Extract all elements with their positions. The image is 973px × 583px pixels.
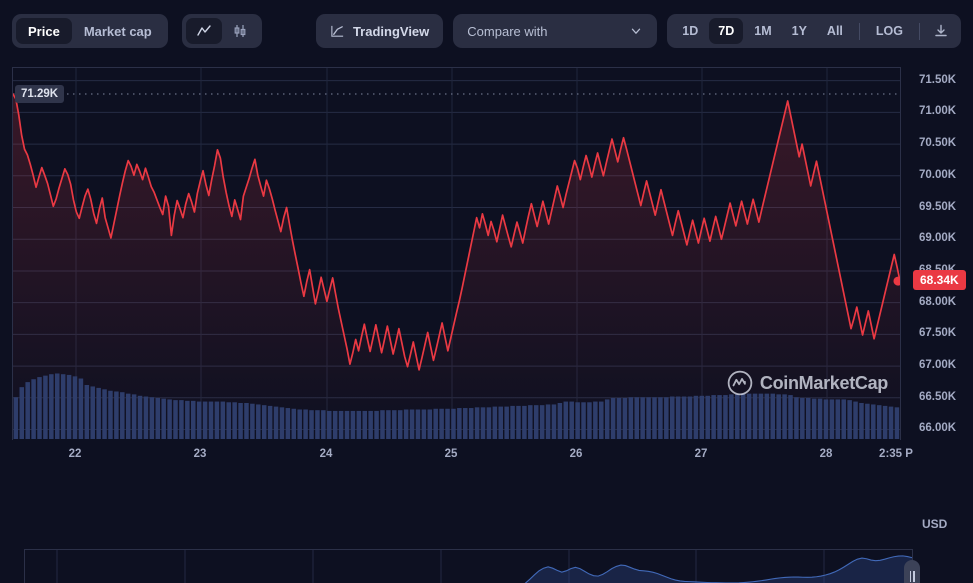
coinmarketcap-watermark-text: CoinMarketCap <box>759 372 888 393</box>
y-axis-tick: 69.00K <box>919 232 957 245</box>
y-axis-tick: 66.00K <box>919 422 957 435</box>
chart-toolbar: Price Market cap TradingView Compare wit… <box>0 0 973 62</box>
range-1m[interactable]: 1M <box>745 18 780 44</box>
range-navigator[interactable] <box>24 549 920 583</box>
x-axis-tick: 28 <box>819 448 833 460</box>
tradingview-button[interactable]: TradingView <box>315 14 444 48</box>
chart-type-toggle-group <box>181 14 262 48</box>
x-axis-tick: 22 <box>68 448 82 460</box>
y-axis-tick: 67.50K <box>919 327 957 340</box>
y-axis-tick: 71.00K <box>919 105 957 118</box>
chevron-down-icon <box>632 28 641 34</box>
y-axis-tick: 68.00K <box>919 295 957 308</box>
navigator-right-handle[interactable] <box>904 560 920 583</box>
range-7d[interactable]: 7D <box>709 18 744 44</box>
currency-label: USD <box>922 517 948 531</box>
range-1d[interactable]: 1D <box>673 18 707 44</box>
tab-market-cap[interactable]: Market cap <box>72 18 164 44</box>
time-range-group: 1D 7D 1M 1Y All LOG <box>667 14 961 48</box>
range-1y[interactable]: 1Y <box>783 18 816 44</box>
coinmarketcap-logo-icon <box>727 370 753 396</box>
x-axis-tick: 25 <box>444 448 458 460</box>
range-all[interactable]: All <box>818 18 852 44</box>
x-axis: 22 23 24 25 26 27 28 2:35 P <box>12 442 913 470</box>
x-axis-tick: 2:35 P <box>879 448 913 460</box>
candlestick-chart-icon-button[interactable] <box>222 18 258 44</box>
log-scale-toggle[interactable]: LOG <box>867 18 912 44</box>
y-axis-tick: 66.50K <box>919 390 957 403</box>
y-axis-tick: 67.00K <box>919 359 957 372</box>
divider <box>919 22 920 40</box>
high-price-label: 71.29K <box>15 85 65 103</box>
handle-bar <box>913 570 915 582</box>
download-icon <box>935 24 947 37</box>
navigator-area <box>525 555 912 583</box>
y-axis: 71.50K71.00K70.50K70.00K69.50K69.00K68.5… <box>909 67 973 440</box>
x-axis-tick: 23 <box>193 448 207 460</box>
compare-with-label: Compare with <box>467 23 548 39</box>
tab-price[interactable]: Price <box>16 18 72 44</box>
price-plot-area[interactable]: CoinMarketCap 71.29K <box>12 67 901 440</box>
line-chart-icon-button[interactable] <box>185 18 222 44</box>
candlestick-chart-icon <box>234 25 246 37</box>
coinmarketcap-watermark: CoinMarketCap <box>727 370 888 396</box>
metric-toggle-group: Price Market cap <box>12 14 168 48</box>
y-axis-tick: 70.00K <box>919 168 957 181</box>
navigator-gridlines <box>56 550 825 583</box>
tradingview-label: TradingView <box>352 23 430 39</box>
price-chart-container: CoinMarketCap 71.29K 71.50K 71.00K 70.50K 7… <box>12 62 966 583</box>
compare-with-select[interactable]: Compare with <box>453 14 658 48</box>
divider <box>858 22 860 40</box>
y-axis-tick: 71.50K <box>919 73 957 86</box>
handle-bar <box>909 570 911 582</box>
x-axis-tick: 27 <box>694 448 708 460</box>
download-button[interactable] <box>927 18 955 44</box>
current-price-badge: 68.34K <box>913 270 966 291</box>
tradingview-icon <box>331 25 344 37</box>
x-axis-tick: 24 <box>319 448 333 460</box>
y-axis-tick: 70.50K <box>919 137 957 150</box>
y-axis-tick: 69.50K <box>919 200 957 213</box>
x-axis-tick: 26 <box>569 448 583 460</box>
navigator-svg <box>56 550 912 583</box>
line-chart-icon <box>197 25 211 36</box>
